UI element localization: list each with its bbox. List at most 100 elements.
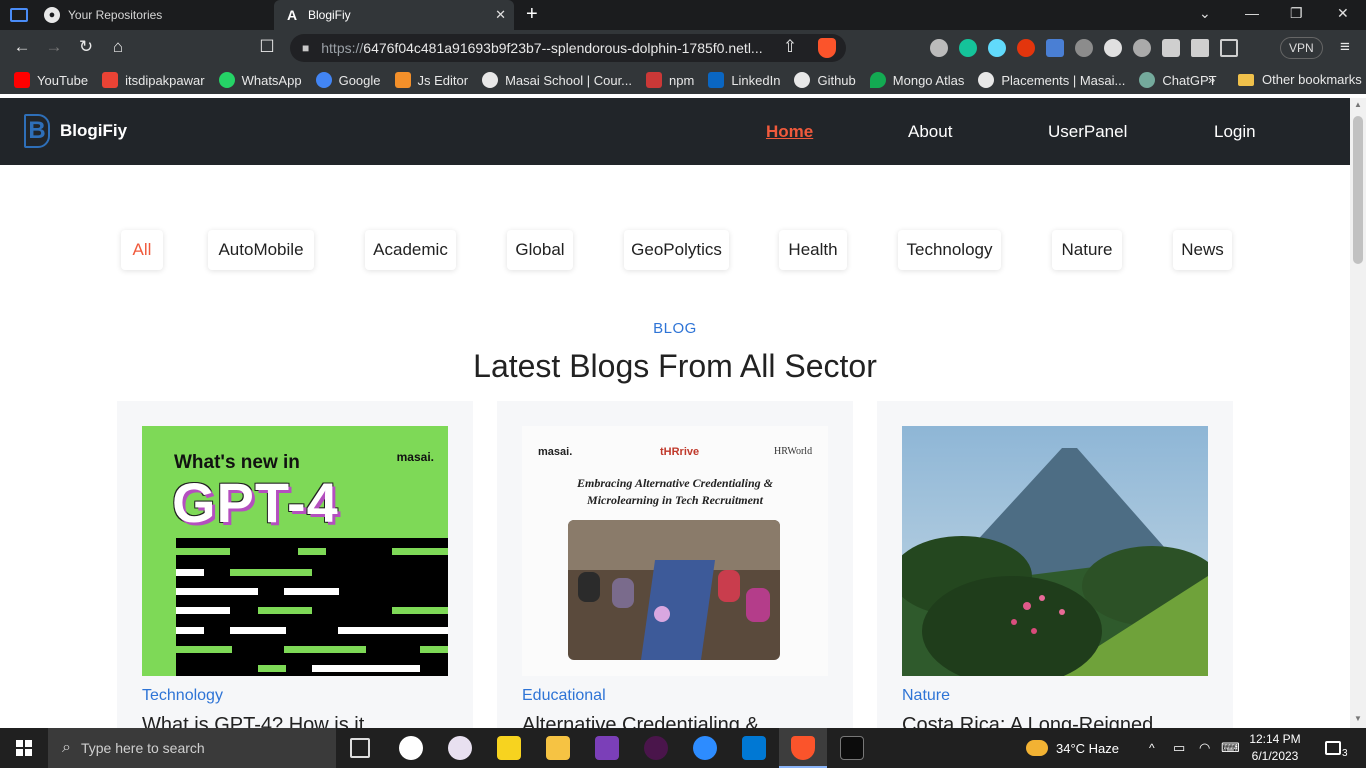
- image-logo-hrworld: HRWorld: [774, 446, 813, 457]
- restore-button[interactable]: ❐: [1290, 5, 1303, 22]
- blog-card-title[interactable]: Costa Rica: A Long-Reigned: [902, 714, 1153, 728]
- sidebar-toggle-icon[interactable]: [10, 8, 28, 22]
- category-academic[interactable]: Academic: [365, 230, 456, 270]
- grammarly-icon[interactable]: [959, 39, 977, 57]
- category-news[interactable]: News: [1173, 230, 1232, 270]
- blog-card-image[interactable]: masai. tHRrive HRWorld Embracing Alterna…: [522, 426, 828, 676]
- tray-overflow-icon[interactable]: ^: [1149, 728, 1155, 768]
- extension-icon[interactable]: [1104, 39, 1122, 57]
- sticky-notes-icon[interactable]: [497, 736, 521, 760]
- share-icon[interactable]: ⇧: [779, 37, 801, 57]
- taskbar-search[interactable]: ⌕ Type here to search: [48, 728, 336, 768]
- blog-card-title[interactable]: Alternative Credentialing &: [522, 714, 759, 728]
- more-bookmarks-button[interactable]: »: [1208, 72, 1215, 87]
- bookmark-youtube[interactable]: YouTube: [14, 72, 88, 88]
- category-all[interactable]: All: [121, 230, 163, 270]
- scroll-down-icon[interactable]: ▼: [1353, 714, 1363, 723]
- image-big-title: GPT-4: [172, 471, 339, 534]
- forward-icon[interactable]: →: [43, 37, 65, 57]
- bookmark-js-editor[interactable]: Js Editor: [394, 72, 469, 88]
- browser-tab-blogifiy[interactable]: A BlogiFiy ✕: [274, 0, 514, 30]
- vpn-button[interactable]: VPN: [1280, 37, 1323, 59]
- shield-icon[interactable]: [1075, 39, 1093, 57]
- zoom-icon[interactable]: [693, 736, 717, 760]
- bookmark-masai[interactable]: Masai School | Cour...: [482, 72, 632, 88]
- weather-widget[interactable]: 34°C Haze: [1026, 728, 1119, 768]
- paint-icon[interactable]: [448, 736, 472, 760]
- home-icon[interactable]: ⌂: [107, 37, 129, 57]
- nav-home[interactable]: Home: [766, 122, 813, 142]
- keyboard-icon[interactable]: ⌨: [1221, 728, 1240, 768]
- taskbar-clock[interactable]: 12:14 PM 6/1/2023: [1244, 731, 1306, 765]
- page-scrollbar[interactable]: ▲ ▼: [1350, 98, 1366, 728]
- brave-browser-icon[interactable]: [791, 736, 815, 760]
- tab-search-icon[interactable]: ⌄: [1199, 5, 1211, 22]
- site-logo[interactable]: B BlogiFiy: [24, 114, 127, 148]
- blog-card[interactable]: masai. tHRrive HRWorld Embracing Alterna…: [497, 401, 853, 728]
- blog-card[interactable]: Nature Costa Rica: A Long-Reigned: [877, 401, 1233, 728]
- blog-card-image[interactable]: What's new in masai. GPT-4: [142, 426, 448, 676]
- sidebar-icon[interactable]: [1220, 39, 1238, 57]
- blog-card-category[interactable]: Educational: [522, 687, 606, 705]
- reading-list-icon[interactable]: [1191, 39, 1209, 57]
- other-bookmarks-folder[interactable]: Other bookmarks: [1238, 72, 1362, 87]
- bookmark-whatsapp[interactable]: WhatsApp: [218, 72, 302, 88]
- battery-icon[interactable]: ▭: [1173, 728, 1185, 768]
- onenote-icon[interactable]: [595, 736, 619, 760]
- vscode-icon[interactable]: [742, 736, 766, 760]
- category-nature[interactable]: Nature: [1052, 230, 1122, 270]
- bookmark-linkedin[interactable]: LinkedIn: [708, 72, 780, 88]
- nav-login[interactable]: Login: [1214, 122, 1256, 142]
- windows-start-icon[interactable]: [16, 740, 32, 756]
- react-devtools-icon[interactable]: [988, 39, 1006, 57]
- scroll-up-icon[interactable]: ▲: [1353, 100, 1363, 109]
- task-view-icon[interactable]: [350, 738, 370, 758]
- slack-icon[interactable]: [644, 736, 668, 760]
- nav-userpanel[interactable]: UserPanel: [1048, 122, 1127, 142]
- bookmark-npm[interactable]: npm: [646, 72, 694, 88]
- blog-card[interactable]: What's new in masai. GPT-4 Technology Wh…: [117, 401, 473, 728]
- reload-icon[interactable]: ↻: [75, 37, 97, 57]
- bookmark-github[interactable]: Github: [794, 72, 856, 88]
- bookmark-label: Js Editor: [417, 72, 469, 88]
- wifi-icon[interactable]: ◠: [1199, 728, 1210, 768]
- notifications-icon[interactable]: 3: [1325, 728, 1348, 768]
- extension-icon[interactable]: [930, 39, 948, 57]
- category-global[interactable]: Global: [507, 230, 573, 270]
- record-icon[interactable]: [1133, 39, 1151, 57]
- browser-tab-repositories[interactable]: ● Your Repositories: [36, 0, 272, 30]
- pokeball-icon[interactable]: [1017, 39, 1035, 57]
- category-health[interactable]: Health: [779, 230, 847, 270]
- screen-capture-icon[interactable]: [1046, 39, 1064, 57]
- scrollbar-thumb[interactable]: [1353, 116, 1363, 264]
- nav-about[interactable]: About: [908, 122, 952, 142]
- blog-card-category[interactable]: Nature: [902, 687, 950, 705]
- category-automobile[interactable]: AutoMobile: [208, 230, 314, 270]
- bookmark-google[interactable]: Google: [315, 72, 381, 88]
- category-technology[interactable]: Technology: [898, 230, 1001, 270]
- back-icon[interactable]: ←: [11, 37, 33, 57]
- minimize-button[interactable]: —: [1245, 5, 1259, 21]
- close-window-button[interactable]: ✕: [1337, 5, 1349, 22]
- bookmark-icon[interactable]: ☐: [256, 37, 278, 57]
- page-viewport: B BlogiFiy Home About UserPanel Login Al…: [0, 98, 1350, 728]
- brave-shields-icon[interactable]: [818, 38, 836, 58]
- blog-card-title[interactable]: What is GPT-4? How is it: [142, 714, 364, 728]
- file-explorer-icon[interactable]: [546, 736, 570, 760]
- bookmarks-bar: YouTube itsdipakpawar WhatsApp Google Js…: [0, 66, 1366, 94]
- address-bar[interactable]: ■ https:// 6476f04c481a91693b9f23b7--spl…: [290, 34, 846, 62]
- blog-card-category[interactable]: Technology: [142, 687, 223, 705]
- windows-taskbar: ⌕ Type here to search 34°C Haze ^ ▭ ◠ ⌨ …: [0, 728, 1366, 768]
- bookmark-chatgpt[interactable]: ChatGPT: [1139, 72, 1217, 88]
- close-tab-icon[interactable]: ✕: [495, 7, 506, 23]
- category-geopolytics[interactable]: GeoPolytics: [624, 230, 729, 270]
- puzzle-icon[interactable]: [1162, 39, 1180, 57]
- menu-icon[interactable]: ≡: [1334, 37, 1356, 57]
- bookmark-gmail[interactable]: itsdipakpawar: [102, 72, 205, 88]
- blog-card-image[interactable]: [902, 426, 1208, 676]
- bookmark-placements[interactable]: Placements | Masai...: [978, 72, 1125, 88]
- terminal-icon[interactable]: [840, 736, 864, 760]
- mongodb-compass-icon[interactable]: [399, 736, 423, 760]
- new-tab-button[interactable]: +: [526, 3, 538, 26]
- bookmark-mongo-atlas[interactable]: Mongo Atlas: [869, 72, 964, 88]
